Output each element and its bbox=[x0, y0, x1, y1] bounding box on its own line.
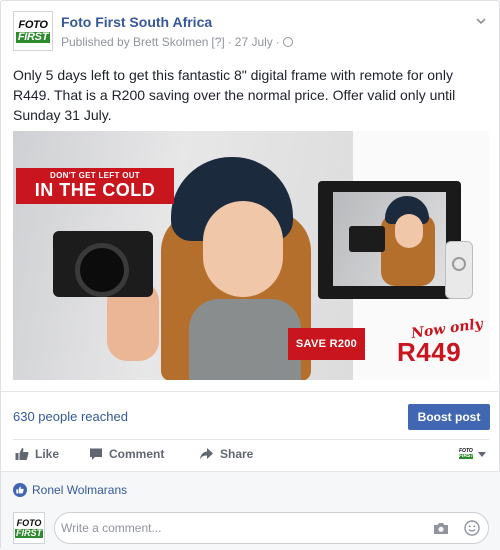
ad-image[interactable]: DON'T GET LEFT OUT IN THE COLD SAVE R200… bbox=[13, 131, 489, 380]
comments-area: Ronel Wolmarans FOTO FIRST bbox=[1, 471, 500, 550]
people-reached-link[interactable]: 630 people reached bbox=[13, 409, 128, 424]
reactor-name[interactable]: Ronel Wolmarans bbox=[32, 483, 127, 497]
commenter-avatar[interactable]: FOTO FIRST bbox=[13, 512, 45, 544]
promo-banner-subtitle: DON'T GET LEFT OUT bbox=[50, 171, 140, 180]
share-button[interactable]: Share bbox=[199, 447, 253, 461]
comment-bubble-icon bbox=[90, 448, 102, 460]
logo-text-first: FIRST bbox=[15, 30, 51, 43]
post-meta: Published by Brett Skolmen [?] · 27 July… bbox=[61, 35, 293, 49]
like-button[interactable]: Like bbox=[15, 447, 59, 461]
comment-button[interactable]: Comment bbox=[89, 447, 164, 461]
share-arrow-icon bbox=[200, 448, 213, 460]
like-reaction-icon bbox=[13, 483, 27, 497]
edited-marker[interactable]: [?] bbox=[211, 35, 224, 49]
page-voice-avatar[interactable]: FOTO FIRST bbox=[459, 449, 473, 461]
frame-camera-graphic bbox=[349, 226, 385, 252]
action-bar: Like Comment Share FOTO FIRST bbox=[13, 439, 489, 471]
camera-lens-graphic bbox=[75, 243, 129, 297]
promo-banner: DON'T GET LEFT OUT IN THE COLD bbox=[16, 168, 174, 204]
reactions-summary[interactable]: Ronel Wolmarans bbox=[13, 483, 127, 497]
camera-icon[interactable] bbox=[433, 521, 449, 535]
chevron-down-icon[interactable] bbox=[475, 15, 487, 27]
woman-scarf bbox=[189, 299, 301, 380]
boost-post-button[interactable]: Boost post bbox=[408, 404, 490, 430]
page-avatar[interactable]: FOTO FIRST bbox=[13, 11, 53, 51]
reach-row: 630 people reached Boost post bbox=[1, 391, 500, 439]
promo-banner-title: IN THE COLD bbox=[34, 180, 156, 200]
remote-dpad-graphic bbox=[452, 257, 466, 271]
commenter-logo-foto: FOTO bbox=[16, 517, 42, 528]
post-card: FOTO FIRST Foto First South Africa Publi… bbox=[0, 0, 500, 550]
like-label: Like bbox=[35, 447, 60, 461]
share-label: Share bbox=[220, 447, 254, 461]
comment-label: Comment bbox=[109, 447, 165, 461]
post-text: Only 5 days left to get this fantastic 8… bbox=[13, 67, 456, 123]
price-label: R449 bbox=[397, 337, 462, 367]
mini-logo-first: FIRST bbox=[459, 453, 474, 459]
meta-separator: · bbox=[227, 35, 232, 49]
page-name-link[interactable]: Foto First South Africa bbox=[61, 14, 212, 30]
frame-woman-face bbox=[395, 214, 423, 248]
post-header: FOTO FIRST Foto First South Africa Publi… bbox=[13, 11, 489, 55]
caret-down-icon[interactable] bbox=[478, 452, 486, 457]
comment-composer: FOTO FIRST bbox=[13, 512, 489, 544]
digital-frame-screen bbox=[333, 192, 446, 286]
emoji-smiley-icon[interactable] bbox=[464, 520, 480, 536]
logo-text-foto: FOTO bbox=[18, 18, 48, 31]
comment-input[interactable] bbox=[54, 512, 489, 544]
post-date[interactable]: 27 July bbox=[235, 35, 273, 49]
commenter-logo-first: FIRST bbox=[15, 527, 43, 538]
globe-icon[interactable] bbox=[282, 37, 293, 47]
meta-separator-2: · bbox=[275, 35, 280, 49]
published-by[interactable]: Published by Brett Skolmen bbox=[61, 35, 208, 49]
thumbs-up-icon bbox=[15, 448, 29, 460]
save-badge: SAVE R200 bbox=[288, 328, 365, 360]
woman-face bbox=[203, 201, 283, 297]
